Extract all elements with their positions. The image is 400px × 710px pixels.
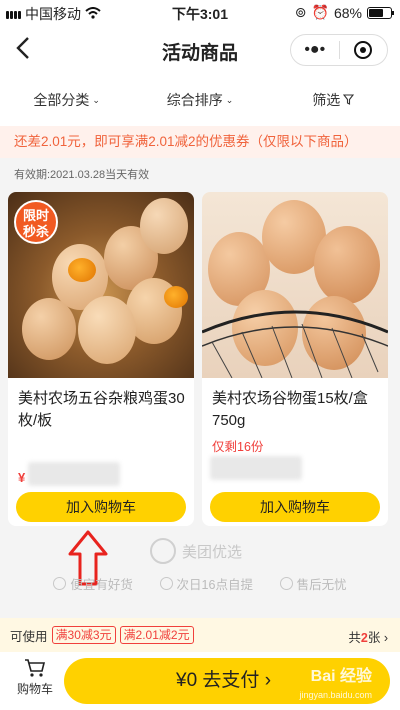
- filter-screen-label: 筛选: [312, 92, 341, 108]
- close-mini-program-button[interactable]: [340, 40, 388, 59]
- product-title: 美村农场五谷杂粮鸡蛋30枚/板: [18, 390, 185, 429]
- checkout-label: ¥0 去支付 ›: [176, 670, 272, 691]
- cart-label: 购物车: [16, 682, 53, 696]
- guarantee-item: 售后无忧: [279, 574, 347, 593]
- battery-icon: [367, 6, 394, 19]
- nav-bar: 活动商品 •●•: [0, 26, 400, 74]
- cart-icon: [25, 659, 46, 677]
- add-to-cart-button[interactable]: 加入购物车: [210, 492, 380, 522]
- filter-bar: 全部分类 ⌄ 综合排序 ⌄ 筛选: [0, 74, 400, 126]
- battery-fill: [369, 8, 384, 17]
- coupon-label: 可使用: [10, 629, 48, 644]
- product-card[interactable]: 限时 秒杀 美村农场五谷杂粮鸡蛋30枚/板 ¥ 加入购物车: [8, 192, 194, 526]
- status-right: ⊚ ⏰ 68%: [294, 4, 394, 21]
- guarantee-item: 便宜有好货: [53, 574, 133, 593]
- chevron-down-icon: ⌄: [92, 94, 100, 105]
- brand-logo: 美团优选: [150, 538, 242, 564]
- alarm-icon: ⏰: [311, 4, 329, 20]
- chevron-down-icon: ⌄: [225, 94, 234, 105]
- coupon-strip[interactable]: 可使用 满30减3元 满2.01减2元 共2张 ›: [0, 618, 400, 652]
- leaf-icon: [53, 577, 67, 590]
- price-redacted: [28, 462, 120, 486]
- meituan-logo-icon: [150, 538, 176, 564]
- guarantee-row: 便宜有好货 次日16点自提 售后无忧: [0, 574, 400, 593]
- product-card[interactable]: 美村农场谷物蛋15枚/盒750g 仅剩16份 加入购物车: [202, 192, 388, 526]
- filter-icon: [343, 92, 355, 108]
- more-icon[interactable]: •●•: [291, 41, 339, 59]
- product-title: 美村农场谷物蛋15枚/盒750g: [212, 390, 368, 429]
- filter-category-label: 全部分类: [33, 92, 90, 108]
- mini-program-capsule: •●•: [290, 34, 388, 66]
- filter-screen[interactable]: 筛选: [267, 74, 400, 126]
- chevron-right-icon: ›: [383, 631, 388, 645]
- lock-rotation-icon: ⊚: [294, 4, 307, 20]
- filter-category[interactable]: 全部分类 ⌄: [0, 74, 133, 126]
- filter-sort[interactable]: 综合排序 ⌄: [133, 74, 266, 126]
- stock-remaining: 仅剩16份: [212, 440, 264, 454]
- validity-text: 有效期:2021.03.28当天有效: [14, 169, 150, 181]
- guarantee-item: 次日16点自提: [159, 574, 253, 593]
- product-image-eggs-wire-basket: [202, 192, 388, 378]
- clock-icon: [159, 577, 173, 590]
- flash-sale-badge: 限时 秒杀: [14, 200, 58, 244]
- coupon-tag: 满30减3元: [51, 626, 116, 644]
- filter-sort-label: 综合排序: [166, 92, 223, 108]
- bottom-bar: 购物车 ¥0 去支付 › Bai 经验 jingyan.baidu.com: [0, 652, 400, 710]
- checkout-button[interactable]: ¥0 去支付 › Bai 经验 jingyan.baidu.com: [64, 658, 390, 704]
- price-symbol: ¥: [18, 470, 26, 485]
- status-bar: 中国移动 下午3:01 ⊚ ⏰ 68%: [0, 0, 400, 26]
- product-image-eggs-basket: 限时 秒杀: [8, 192, 194, 378]
- brand-name: 美团优选: [182, 543, 243, 561]
- coupon-count[interactable]: 共2张 ›: [348, 627, 388, 646]
- promo-banner: 还差2.01元，即可享满2.01减2的优惠券（仅限以下商品）: [0, 126, 400, 158]
- cart-button[interactable]: 购物车: [14, 658, 56, 697]
- add-to-cart-button[interactable]: 加入购物车: [16, 492, 186, 522]
- baidu-jingyan-watermark: Bai 经验 jingyan.baidu.com: [299, 668, 372, 700]
- target-icon: [354, 40, 373, 59]
- shield-icon: [279, 577, 293, 590]
- price-redacted: [210, 456, 302, 480]
- battery-percent: 68%: [333, 4, 362, 21]
- coupon-tag: 满2.01减2元: [119, 626, 194, 644]
